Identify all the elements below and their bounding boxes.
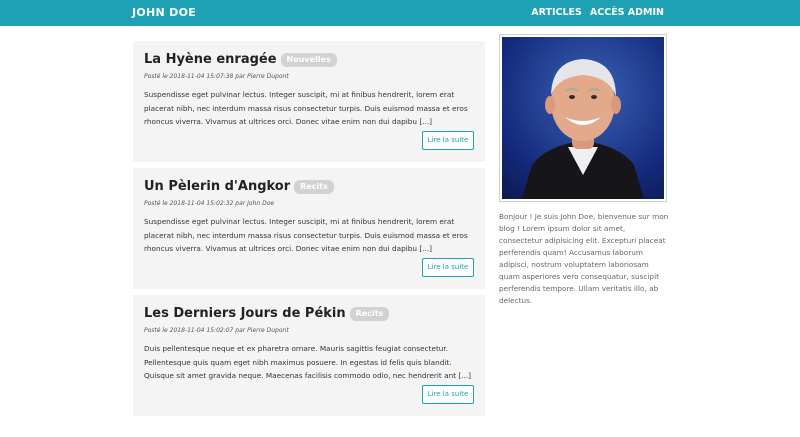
category-badge: Nouvelles — [280, 52, 337, 67]
post-excerpt: Suspendisse eget pulvinar lectus. Intege… — [144, 217, 468, 253]
post-title-link[interactable]: La Hyène enragée — [144, 52, 277, 67]
post-excerpt: Duis pellentesque neque et ex pharetra o… — [144, 344, 472, 380]
author-photo — [499, 34, 667, 202]
read-more-button[interactable]: Lire la suite — [422, 131, 474, 150]
brand-link[interactable]: JOHN DOE — [132, 0, 196, 26]
author-bio: Bonjour ! Je suis John Doe, bienvenue su… — [499, 212, 669, 305]
portrait-illustration — [522, 59, 644, 199]
post-meta: Posté le 2018-11-04 15:07:38 par Pierre … — [144, 73, 289, 80]
read-more-button[interactable]: Lire la suite — [422, 258, 474, 277]
category-badge: Recits — [294, 179, 334, 194]
nav-link-admin[interactable]: ACCÈS ADMIN — [590, 0, 664, 26]
post-meta: Posté le 2018-11-04 15:02:32 par John Do… — [144, 200, 275, 207]
post-header: Un Pèlerin d'Angkor Recits — [144, 179, 334, 194]
top-navbar: JOHN DOE ARTICLES ACCÈS ADMIN — [0, 0, 800, 26]
post-header: La Hyène enragée Nouvelles — [144, 52, 337, 67]
nav-links: ARTICLES ACCÈS ADMIN — [531, 0, 664, 26]
read-more-button[interactable]: Lire la suite — [422, 385, 474, 404]
post-meta: Posté le 2018-11-04 15:02:07 par Pierre … — [144, 327, 289, 334]
post-title-link[interactable]: Un Pèlerin d'Angkor — [144, 179, 290, 194]
category-badge: Recits — [349, 306, 390, 321]
post-title-link[interactable]: Les Derniers Jours de Pékin — [144, 306, 346, 321]
post-header: Les Derniers Jours de Pékin Recits — [144, 306, 390, 321]
post-excerpt: Suspendisse eget pulvinar lectus. Intege… — [144, 90, 468, 126]
author-portrait-image — [502, 37, 664, 199]
post-card: La Hyène enragée Nouvelles Posté le 2018… — [133, 41, 485, 162]
post-card: Un Pèlerin d'Angkor Recits Posté le 2018… — [133, 168, 485, 289]
nav-link-articles[interactable]: ARTICLES — [531, 0, 582, 26]
post-card: Les Derniers Jours de Pékin Recits Posté… — [133, 295, 485, 416]
